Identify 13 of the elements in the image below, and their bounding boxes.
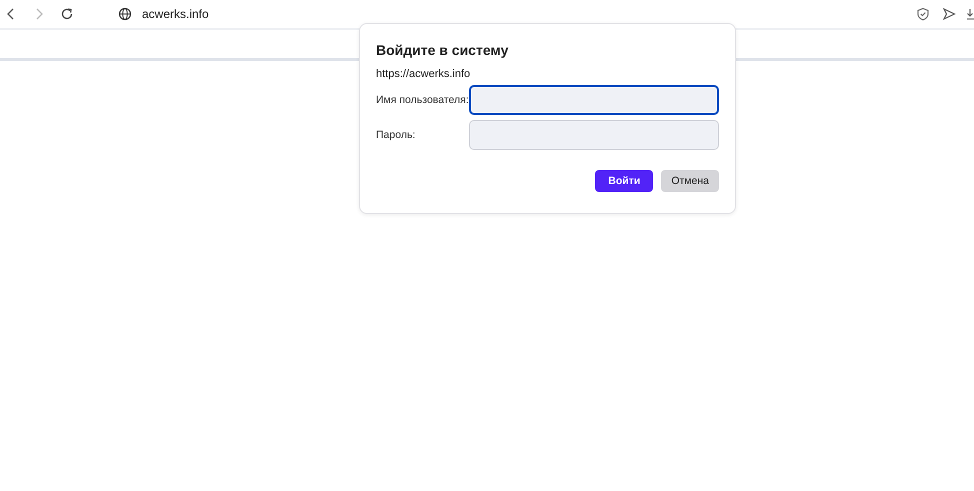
- shield-icon[interactable]: [916, 7, 930, 21]
- input-field[interactable]: [468, 85, 719, 115]
- download-icon[interactable]: [966, 7, 974, 21]
- reload-icon[interactable]: [60, 7, 74, 21]
- address-text[interactable]: acwerks.info: [142, 7, 209, 21]
- field-label: Пароль:: [376, 129, 416, 141]
- globe-icon: [118, 7, 132, 21]
- site-origin: https://acwerks.info: [376, 68, 472, 80]
- send-icon[interactable]: [942, 7, 956, 21]
- field-label: Имя пользователя:: [376, 94, 469, 106]
- cancel-button[interactable]: Отмена: [661, 170, 719, 192]
- sign-in-button[interactable]: Войти: [595, 170, 654, 192]
- dialog-title: Войдите в систему: [376, 42, 510, 58]
